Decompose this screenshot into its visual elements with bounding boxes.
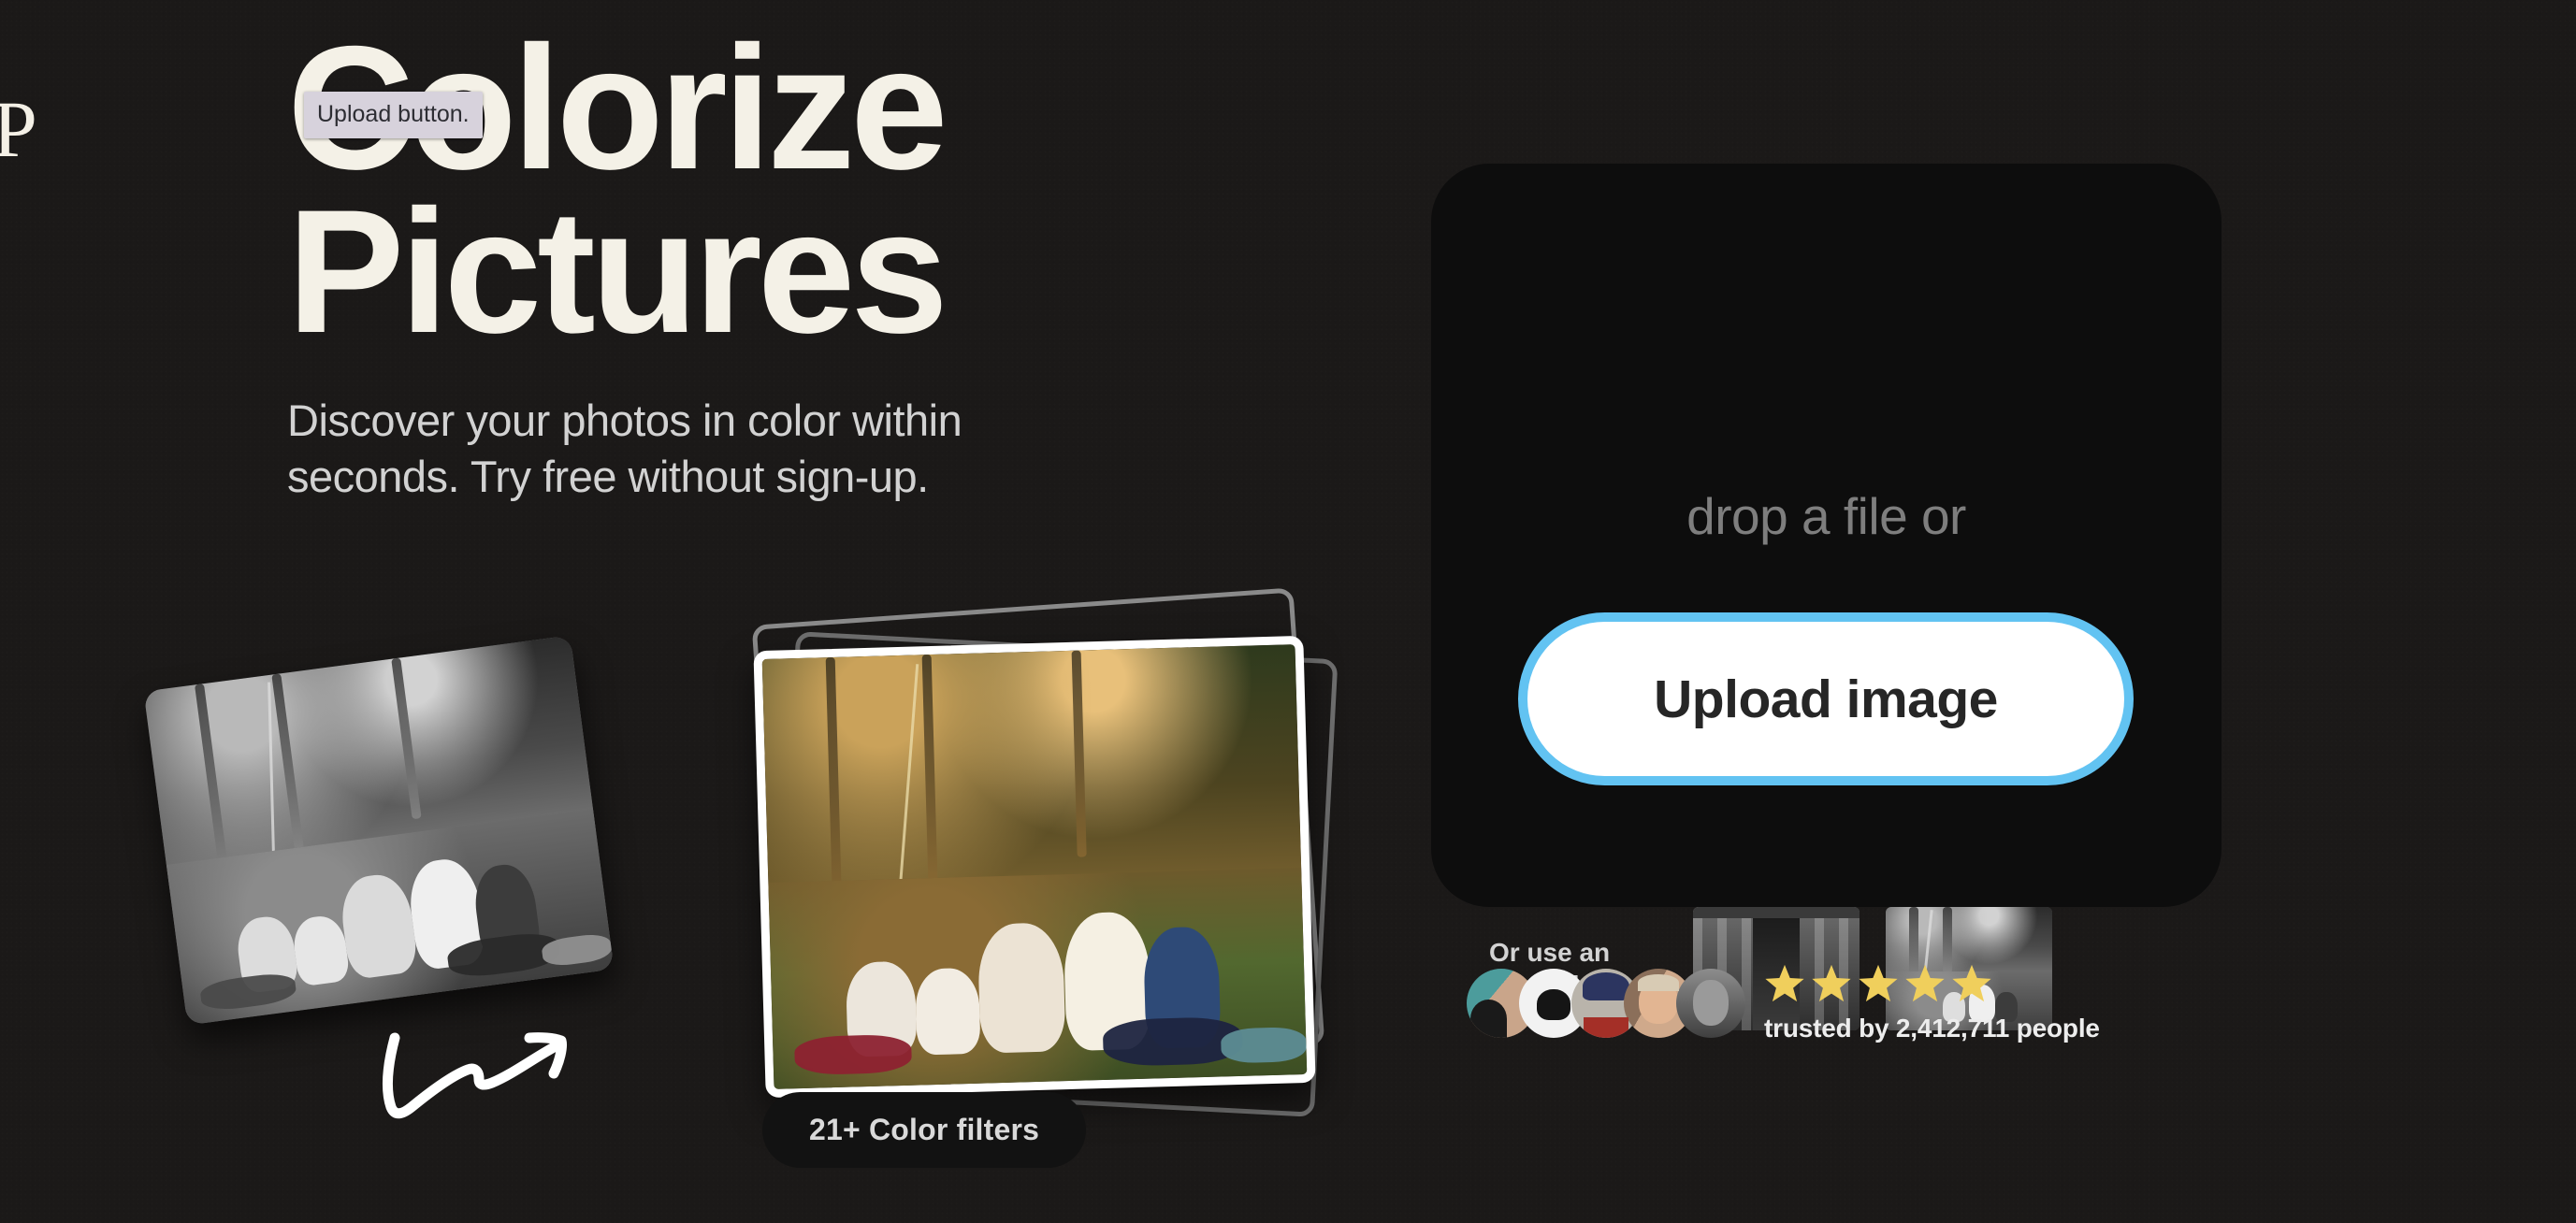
trusted-count-label: trusted by 2,412,711 people: [1764, 1014, 2100, 1043]
page-title-line-2: Pictures: [287, 172, 948, 369]
star-icon: [1952, 964, 1991, 1002]
hand-drawn-arrow-icon: [383, 1032, 567, 1119]
after-photo-colorized: [753, 635, 1316, 1099]
upload-image-button[interactable]: Upload image: [1518, 612, 2134, 785]
star-icon: [1905, 964, 1945, 1002]
drop-file-label: drop a file or: [1686, 487, 1966, 545]
landing-page-stage: P Colorize Pictures Discover your photos…: [0, 0, 2576, 1223]
photo-comparison-showcase: [112, 587, 1339, 1169]
upload-card: drop a file or Upload image Or use an ex…: [1431, 164, 2221, 1030]
rating-block: trusted by 2,412,711 people: [1764, 963, 2100, 1043]
before-photo-scene: [143, 635, 615, 1026]
social-proof-row: trusted by 2,412,711 people: [1467, 963, 2100, 1043]
page-title: Colorize Pictures: [287, 20, 1251, 369]
star-rating: [1764, 963, 2100, 1004]
star-icon: [1859, 964, 1898, 1002]
avatar: [1676, 969, 1745, 1038]
after-photo-scene: [761, 644, 1308, 1089]
star-icon: [1812, 964, 1851, 1002]
brand-logo[interactable]: P: [0, 89, 37, 169]
star-icon: [1765, 964, 1804, 1002]
page-subtitle: Discover your photos in color within sec…: [287, 395, 962, 501]
upload-button-tooltip: Upload button.: [304, 92, 483, 138]
color-filters-badge: 21+ Color filters: [762, 1092, 1087, 1168]
avatar-group: [1467, 969, 1745, 1038]
before-photo-black-and-white: [143, 635, 615, 1026]
